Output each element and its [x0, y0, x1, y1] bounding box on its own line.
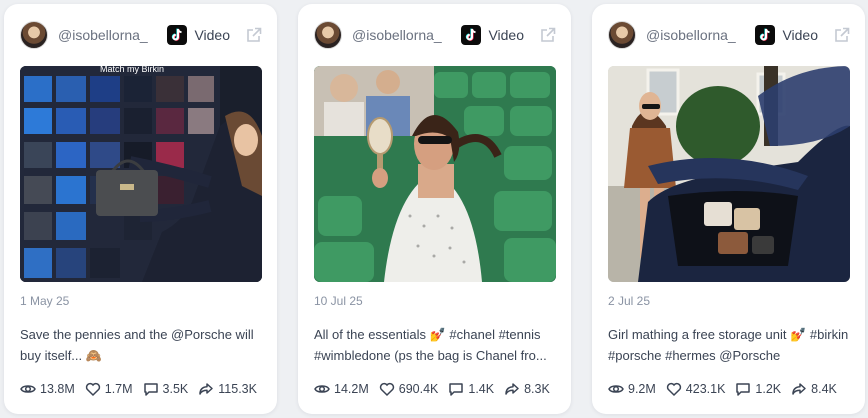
post-date: 2 Jul 25	[608, 294, 651, 308]
card-header: @isobellorna_ Video	[608, 18, 851, 52]
likes-stat: 690.4K	[379, 381, 439, 397]
card-header: @isobellorna_ Video	[314, 18, 557, 52]
comment-icon	[736, 383, 751, 396]
tiktok-icon	[461, 25, 482, 45]
shares-stat: 115.3K	[198, 381, 257, 397]
post-stats: 14.2M 690.4K 1.4K 8.3K	[314, 379, 561, 399]
external-link-icon[interactable]	[539, 26, 557, 44]
likes-count: 1.7M	[104, 382, 133, 396]
external-link-icon[interactable]	[833, 26, 851, 44]
post-card[interactable]: @isobellorna_ Video	[4, 4, 277, 414]
eye-icon	[608, 385, 624, 393]
share-icon	[505, 383, 519, 395]
creator-handle[interactable]: @isobellorna_	[352, 27, 442, 43]
card-header: @isobellorna_ Video	[20, 18, 263, 52]
eye-icon	[20, 385, 36, 393]
thumbnail-image: Match my Birkin	[20, 66, 262, 282]
post-date: 10 Jul 25	[314, 294, 363, 308]
external-link-icon[interactable]	[245, 26, 263, 44]
post-card[interactable]: @isobellorna_ Video	[298, 4, 571, 414]
comments-count: 1.4K	[468, 382, 495, 396]
likes-stat: 1.7M	[85, 381, 133, 397]
share-icon	[199, 383, 214, 395]
tiktok-icon	[755, 25, 776, 45]
video-thumbnail[interactable]	[608, 66, 850, 282]
comments-stat: 1.2K	[735, 381, 781, 397]
views-count: 13.8M	[40, 382, 75, 396]
comment-icon	[449, 383, 464, 396]
post-date: 1 May 25	[20, 294, 70, 308]
shares-count: 8.3K	[524, 382, 550, 396]
views-count: 9.2M	[628, 382, 656, 396]
post-caption: All of the essentials 💅 #chanel #tennis …	[314, 327, 547, 363]
avatar[interactable]	[314, 21, 342, 49]
platform-label: Video	[488, 27, 524, 43]
video-thumbnail[interactable]	[314, 66, 556, 282]
platform-label: Video	[782, 27, 818, 43]
video-thumbnail[interactable]: Match my Birkin	[20, 66, 262, 282]
post-stats: 9.2M 423.1K 1.2K 8.4K	[608, 379, 855, 399]
post-caption: Save the pennies and the @Porsche will b…	[20, 327, 254, 363]
shares-stat: 8.4K	[791, 381, 837, 397]
avatar[interactable]	[608, 21, 636, 49]
overlay-caption: Match my Birkin	[100, 66, 164, 74]
shares-count: 8.4K	[811, 382, 837, 396]
eye-icon	[314, 385, 330, 393]
creator-handle[interactable]: @isobellorna_	[58, 27, 148, 43]
platform-badge: Video	[755, 25, 851, 45]
views-stat: 14.2M	[314, 381, 369, 397]
shares-stat: 8.3K	[504, 381, 550, 397]
heart-icon	[85, 382, 100, 397]
comment-icon	[143, 383, 158, 396]
post-stats: 13.8M 1.7M 3.5K 115.3K	[20, 379, 267, 399]
platform-badge: Video	[167, 25, 263, 45]
views-count: 14.2M	[334, 382, 369, 396]
comments-stat: 1.4K	[448, 381, 494, 397]
heart-icon	[379, 382, 394, 397]
post-card[interactable]: @isobellorna_ Video	[592, 4, 865, 414]
avatar[interactable]	[20, 21, 48, 49]
heart-icon	[666, 382, 681, 397]
shares-count: 115.3K	[218, 382, 257, 396]
creator-handle[interactable]: @isobellorna_	[646, 27, 736, 43]
tiktok-icon	[167, 25, 188, 45]
comments-count: 3.5K	[162, 382, 189, 396]
post-caption: Girl mathing a free storage unit 💅 #birk…	[608, 327, 849, 363]
views-stat: 13.8M	[20, 381, 75, 397]
comments-stat: 3.5K	[143, 381, 189, 397]
likes-count: 423.1K	[685, 382, 726, 396]
platform-badge: Video	[461, 25, 557, 45]
thumbnail-image	[314, 66, 556, 282]
views-stat: 9.2M	[608, 381, 656, 397]
share-icon	[792, 383, 806, 395]
likes-count: 690.4K	[398, 382, 439, 396]
likes-stat: 423.1K	[666, 381, 726, 397]
thumbnail-image	[608, 66, 850, 282]
comments-count: 1.2K	[755, 382, 782, 396]
platform-label: Video	[194, 27, 230, 43]
